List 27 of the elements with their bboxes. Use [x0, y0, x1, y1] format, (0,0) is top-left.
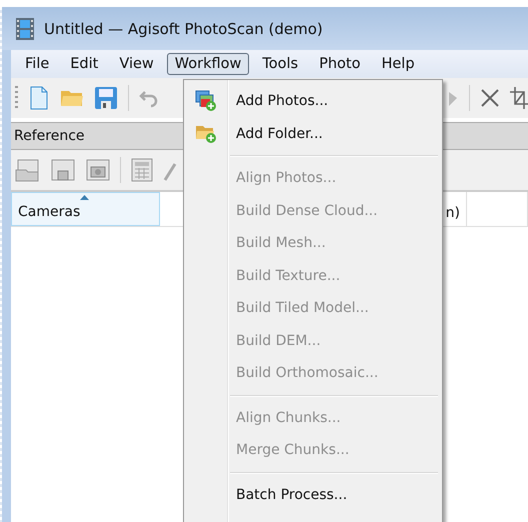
menu-item[interactable]: Tools: [254, 53, 306, 75]
delete-icon[interactable]: [480, 88, 500, 108]
save-icon[interactable]: [94, 86, 118, 110]
add-photos-icon: [195, 90, 217, 112]
camera-icon[interactable]: [85, 158, 111, 182]
menu-item[interactable]: Workflow: [166, 53, 250, 75]
menu-item[interactable]: Edit: [62, 53, 106, 75]
crop-icon[interactable]: [510, 87, 528, 109]
film-icon: [16, 18, 34, 40]
menu-item[interactable]: Photo: [311, 53, 368, 75]
save-icon[interactable]: [50, 158, 76, 182]
sort-arrow-icon: [80, 195, 89, 200]
menu-option[interactable]: Add Photos...: [236, 93, 328, 110]
undo-icon[interactable]: [139, 88, 159, 108]
new-document-icon[interactable]: [28, 86, 50, 110]
import-icon[interactable]: [15, 158, 41, 182]
menu-option[interactable]: Add Folder...: [236, 126, 323, 142]
menu-item[interactable]: File: [17, 53, 58, 75]
calculator-icon[interactable]: [130, 158, 154, 182]
column-header[interactable]: Cameras: [11, 192, 160, 226]
add-folder-icon: [195, 124, 217, 144]
menu-item[interactable]: View: [111, 53, 162, 75]
menu-option[interactable]: Batch Process...: [236, 486, 348, 503]
folder-icon[interactable]: [60, 88, 84, 108]
panel-title: Reference: [14, 128, 84, 144]
window-title: Untitled — Agisoft PhotoScan (demo): [44, 20, 323, 38]
menu-item[interactable]: Help: [373, 53, 423, 75]
